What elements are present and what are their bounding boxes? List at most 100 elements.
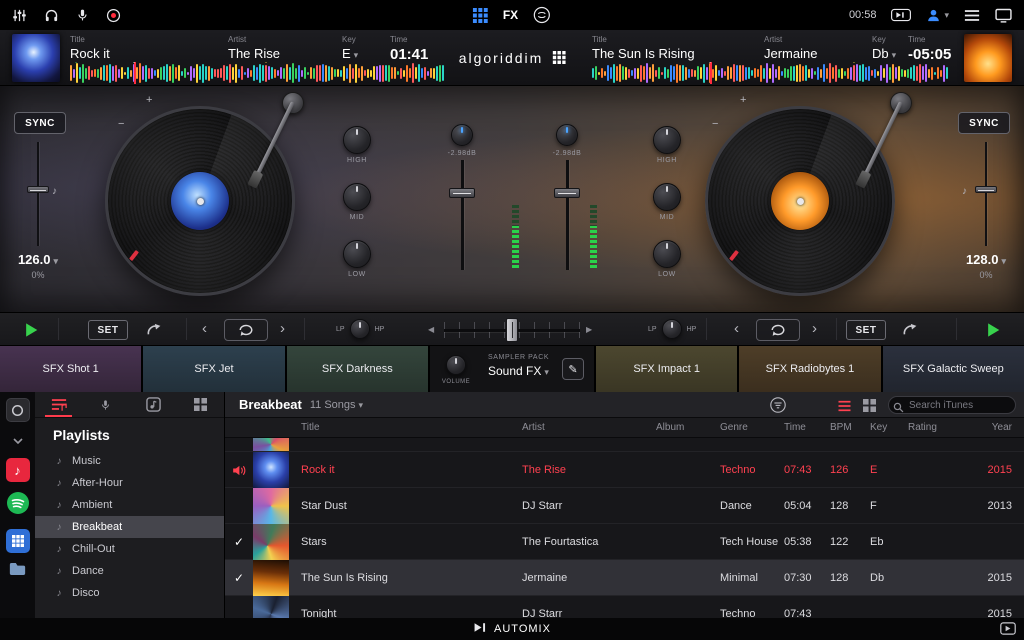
sfx-pad-3[interactable]: SFX Darkness: [287, 346, 428, 392]
snap-arrow-icon-left[interactable]: [146, 322, 162, 342]
eq-mid-knob-right[interactable]: [653, 183, 681, 211]
search-input[interactable]: [888, 396, 1016, 414]
col-album[interactable]: Album: [656, 422, 720, 433]
filter-knob-right[interactable]: LP HP: [648, 319, 696, 339]
preview-player-icon[interactable]: [1000, 622, 1016, 640]
eq-low-knob-right[interactable]: [653, 240, 681, 268]
set-cue-button-right[interactable]: SET: [846, 320, 886, 340]
tab-songs[interactable]: [130, 392, 177, 417]
loop-icon[interactable]: [533, 6, 551, 24]
table-row[interactable]: ✓ Stars The Fourtastica Tech House 05:38…: [225, 524, 1024, 560]
playlist-item-ambient[interactable]: ♪Ambient: [35, 494, 224, 516]
microphone-icon[interactable]: [76, 7, 89, 23]
pitch-fader-handle[interactable]: [975, 186, 997, 193]
waveform-left[interactable]: [70, 62, 446, 84]
keylock-note-icon[interactable]: ♪: [962, 186, 967, 197]
sync-button-right[interactable]: SYNC: [958, 112, 1010, 134]
sync-button-left[interactable]: SYNC: [14, 112, 66, 134]
rail-chevron-down-icon[interactable]: [13, 431, 23, 449]
gain-knob-left[interactable]: [451, 124, 473, 146]
sampler-pack-selector[interactable]: SAMPLER PACK Sound FX▾: [488, 354, 549, 378]
zoom-minus-icon[interactable]: −: [118, 118, 124, 130]
play-button-left[interactable]: [18, 321, 44, 339]
loop-button-right[interactable]: [756, 319, 800, 341]
tab-albums[interactable]: [177, 392, 224, 417]
media-library-source-icon[interactable]: [6, 529, 30, 553]
hamburger-menu-icon[interactable]: [964, 9, 980, 22]
automix-button[interactable]: AUTOMIX: [494, 623, 551, 635]
deck-left-key-field[interactable]: Key E▾: [342, 35, 358, 61]
table-row[interactable]: Tonight DJ Starr Techno 07:43 2015: [225, 596, 1024, 618]
song-count[interactable]: 11 Songs▾: [310, 399, 363, 411]
filter-knob-left[interactable]: LP HP: [336, 319, 384, 339]
fx-button[interactable]: FX: [503, 8, 518, 22]
crossfader-handle[interactable]: [506, 318, 518, 342]
loop-half-button-right[interactable]: ‹: [734, 319, 739, 339]
col-key[interactable]: Key: [870, 422, 908, 433]
gain-knob-right[interactable]: [556, 124, 578, 146]
sampler-volume-knob[interactable]: [446, 355, 466, 375]
table-row[interactable]: Rock it The Rise Techno 07:43 126 E 2015: [225, 452, 1024, 488]
sfx-pad-1[interactable]: SFX Shot 1: [0, 346, 141, 392]
sfx-pad-2[interactable]: SFX Jet: [143, 346, 284, 392]
snap-arrow-icon-right[interactable]: [902, 322, 918, 342]
playlist-item-dance[interactable]: ♪Dance: [35, 560, 224, 582]
col-year[interactable]: Year: [970, 422, 1024, 433]
pads-grid-icon[interactable]: [473, 8, 488, 23]
filter-knob[interactable]: [662, 319, 682, 339]
zoom-minus-icon[interactable]: −: [712, 118, 718, 130]
channel-fader-right[interactable]: [554, 160, 580, 270]
eq-high-knob-right[interactable]: [653, 126, 681, 154]
pitch-fader-handle[interactable]: [27, 186, 49, 193]
record-icon[interactable]: [106, 8, 121, 23]
table-row[interactable]: Star Dust DJ Starr Dance 05:04 128 F 201…: [225, 488, 1024, 524]
col-artist[interactable]: Artist: [522, 422, 656, 433]
list-view-icon[interactable]: [837, 399, 852, 417]
col-title[interactable]: Title: [293, 422, 522, 433]
sfx-pad-4[interactable]: SFX Impact 1: [596, 346, 737, 392]
playlist-item-disco[interactable]: ♪Disco: [35, 582, 224, 604]
loop-half-button-left[interactable]: ‹: [202, 319, 207, 339]
loop-double-button-left[interactable]: ›: [280, 319, 285, 339]
tonearm-right[interactable]: [858, 92, 918, 212]
deck-right-key-field[interactable]: Key Db▾: [872, 35, 896, 61]
edit-sampler-button[interactable]: ✎: [562, 358, 584, 380]
bpm-display-right[interactable]: 128.0▾ 0%: [951, 252, 1021, 280]
playlist-item-after-hour[interactable]: ♪After-Hour: [35, 472, 224, 494]
keylock-note-icon[interactable]: ♪: [52, 186, 57, 197]
table-row[interactable]: ✓ The Sun Is Rising Jermaine Minimal 07:…: [225, 560, 1024, 596]
waveform-right[interactable]: [592, 62, 950, 84]
video-source-icon[interactable]: [6, 398, 30, 422]
account-menu[interactable]: ▾: [926, 8, 949, 23]
tab-playlists[interactable]: [35, 392, 82, 417]
eq-high-knob-left[interactable]: [343, 126, 371, 154]
tab-artists[interactable]: [82, 392, 129, 417]
crossfader[interactable]: [444, 318, 580, 342]
zoom-plus-icon[interactable]: +: [740, 94, 746, 106]
playlist-item-chill-out[interactable]: ♪Chill-Out: [35, 538, 224, 560]
spotify-source-icon[interactable]: [6, 491, 30, 520]
bpm-display-left[interactable]: 126.0▾ 0%: [3, 252, 73, 280]
col-time[interactable]: Time: [784, 422, 830, 433]
eq-low-knob-left[interactable]: [343, 240, 371, 268]
filter-knob[interactable]: [350, 319, 370, 339]
channel-fader-handle[interactable]: [449, 188, 475, 198]
col-bpm[interactable]: BPM: [830, 422, 870, 433]
playlist-item-music[interactable]: ♪Music: [35, 450, 224, 472]
automix-queue-icon[interactable]: [891, 8, 911, 22]
filter-icon[interactable]: [770, 397, 786, 418]
set-cue-button-left[interactable]: SET: [88, 320, 128, 340]
headphones-icon[interactable]: [44, 8, 59, 23]
loop-button-left[interactable]: [224, 319, 268, 341]
loop-double-button-right[interactable]: ›: [812, 319, 817, 339]
eq-mid-knob-left[interactable]: [343, 183, 371, 211]
display-icon[interactable]: [995, 8, 1012, 23]
channel-fader-handle[interactable]: [554, 188, 580, 198]
mixer-icon[interactable]: [12, 8, 27, 23]
grid-view-icon[interactable]: [863, 399, 876, 417]
table-row[interactable]: [225, 438, 1024, 452]
playlist-item-breakbeat[interactable]: ♪Breakbeat: [35, 516, 224, 538]
sfx-pad-6[interactable]: SFX Galactic Sweep: [883, 346, 1024, 392]
channel-fader-left[interactable]: [449, 160, 475, 270]
music-library-source-icon[interactable]: ♪: [6, 458, 30, 482]
